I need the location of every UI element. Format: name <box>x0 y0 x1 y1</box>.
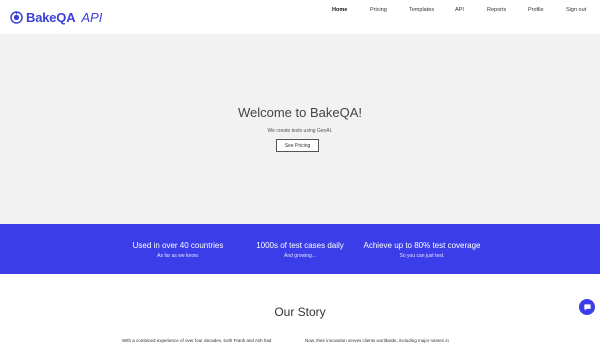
stat-coverage: Achieve up to 80% test coverage So you c… <box>342 241 502 259</box>
hero-subtitle: We create tests using GenAI. <box>267 128 333 134</box>
brand-logo[interactable]: BakeQA API <box>10 8 102 26</box>
brand-name: BakeQA <box>26 9 76 25</box>
story-title: Our Story <box>274 305 326 319</box>
story-text-right: Now, their innovation serves clients wor… <box>305 338 449 343</box>
nav-reports[interactable]: Reports <box>487 7 506 13</box>
nav-home[interactable]: Home <box>332 7 347 13</box>
chat-button[interactable] <box>579 299 595 315</box>
brand-suffix: API <box>81 9 103 25</box>
nav-api[interactable]: API <box>455 7 464 13</box>
our-story-section: Our Story With a combined experience of … <box>0 274 600 346</box>
see-pricing-button[interactable]: See Pricing <box>276 139 319 152</box>
nav-sign-out[interactable]: Sign out <box>566 7 586 13</box>
stat-subtitle: So you can just test. <box>399 253 445 259</box>
top-navbar: BakeQA API Home Pricing Templates API Re… <box>0 0 600 34</box>
stats-banner: Used in over 40 countries As far as we k… <box>0 224 600 274</box>
stat-title: Achieve up to 80% test coverage <box>363 241 481 250</box>
nav-pricing[interactable]: Pricing <box>370 7 387 13</box>
chat-bubble-icon <box>583 303 591 311</box>
nav-templates[interactable]: Templates <box>409 7 434 13</box>
nav-profile[interactable]: Profile <box>528 7 544 13</box>
hero-section: Welcome to BakeQA! We create tests using… <box>0 34 600 224</box>
bakeqa-logo-icon <box>10 10 23 24</box>
hero-title: Welcome to BakeQA! <box>237 105 363 120</box>
story-text-left: With a combined experience of over four … <box>122 338 272 343</box>
